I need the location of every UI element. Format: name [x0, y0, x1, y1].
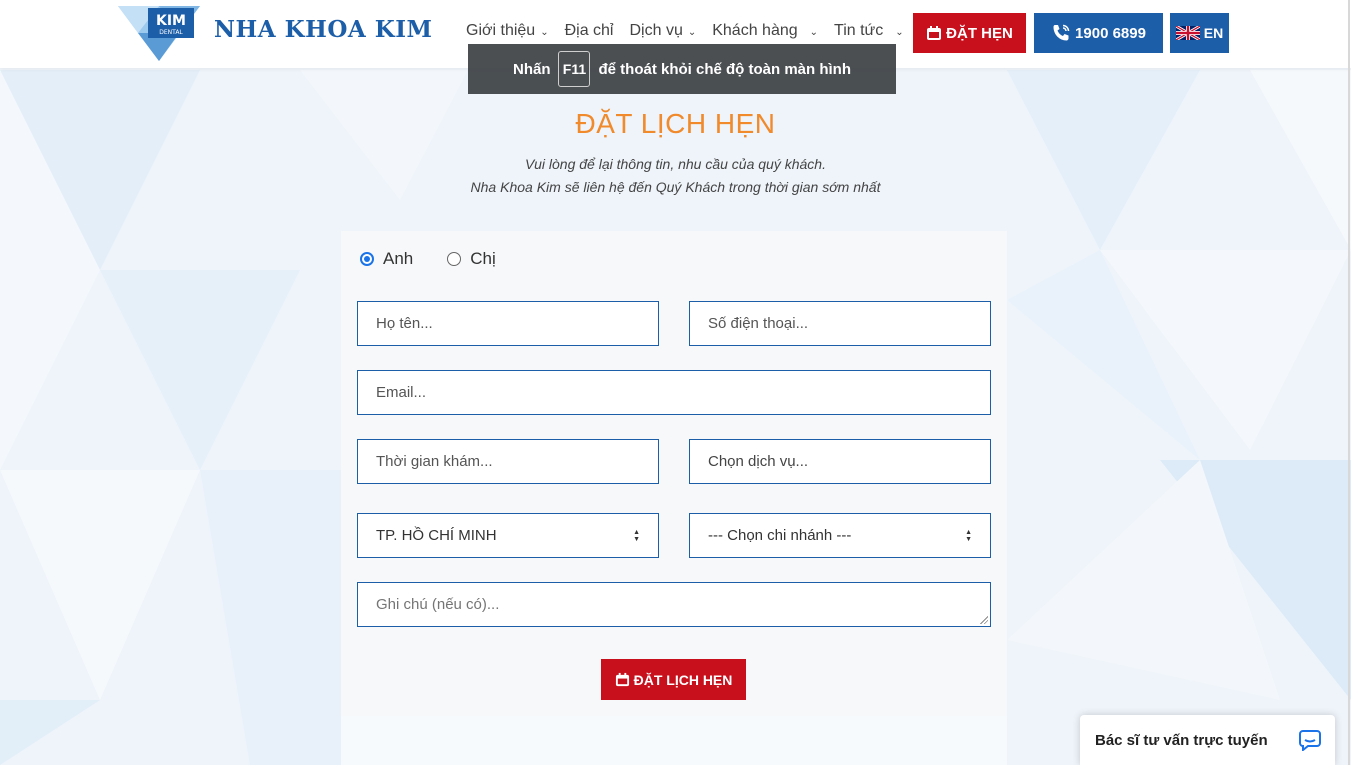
- hotline-button[interactable]: 1900 6899: [1034, 13, 1163, 53]
- brand-name[interactable]: NHA KHOA KIM: [214, 16, 432, 43]
- chevron-down-icon: ⌄: [540, 26, 549, 38]
- resize-handle-icon[interactable]: [980, 616, 988, 624]
- key-badge: F11: [558, 51, 591, 87]
- submit-appointment-button[interactable]: ĐẶT LỊCH HẸN: [601, 659, 746, 700]
- page-title: ĐẶT LỊCH HẸN: [575, 108, 776, 139]
- branch-select-value: --- Chọn chi nhánh ---: [708, 527, 852, 544]
- online-consult-chat-widget[interactable]: Bác sĩ tư vấn trực tuyến: [1080, 715, 1335, 765]
- name-input[interactable]: [357, 301, 659, 346]
- salutation-radio-group: Anh Chị: [360, 249, 530, 269]
- logo-subtext: DENTAL: [159, 29, 183, 36]
- page-subtitle-line-2: Nha Khoa Kim sẽ liên hệ đến Quý Khách tr…: [470, 179, 881, 195]
- radio-anh[interactable]: [360, 252, 374, 266]
- chevron-down-icon: ⌄: [687, 26, 697, 38]
- nav-label: Khách hàng: [712, 22, 798, 39]
- note-textarea[interactable]: [358, 583, 990, 626]
- phone-input[interactable]: [689, 301, 991, 346]
- service-select-label: Chọn dịch vụ...: [708, 453, 809, 470]
- chat-label: Bác sĩ tư vấn trực tuyến: [1095, 731, 1268, 749]
- chevron-down-icon: ⌄: [895, 26, 904, 38]
- nav-item-dia-chi[interactable]: Địa chỉ: [565, 22, 614, 40]
- language-switch-button[interactable]: EN: [1170, 13, 1229, 53]
- notice-suffix: để thoát khỏi chế độ toàn màn hình: [598, 60, 851, 78]
- chevron-down-icon: ⌄: [809, 26, 819, 38]
- scrollbar[interactable]: [1348, 0, 1350, 765]
- nav-label: Dịch vụ: [629, 22, 683, 39]
- uk-flag-icon: [1175, 26, 1200, 40]
- calendar-icon: [615, 672, 629, 687]
- nav-item-khach-hang[interactable]: Khách hàng ⌄: [712, 22, 818, 40]
- nav-label: Tin tức: [834, 22, 884, 39]
- page-subtitle-line-1: Vui lòng để lại thông tin, nhu cầu của q…: [525, 156, 826, 172]
- logo-text: KIM: [156, 13, 186, 29]
- nav-label: Giới thiệu: [466, 22, 536, 39]
- calendar-icon: [927, 26, 942, 40]
- note-textarea-wrapper: [357, 582, 991, 627]
- language-label: EN: [1203, 25, 1224, 41]
- nav-item-tin-tuc[interactable]: Tin tức ⌄: [834, 22, 904, 40]
- branch-select[interactable]: --- Chọn chi nhánh --- ▲ ▼: [689, 513, 991, 558]
- nav-item-gioi-thieu[interactable]: Giới thiệu ⌄: [466, 22, 549, 40]
- select-arrows-icon: ▲ ▼: [633, 528, 640, 543]
- city-select-value: TP. HỒ CHÍ MINH: [376, 527, 497, 544]
- chat-bubble-icon: [1299, 730, 1321, 751]
- radio-chi[interactable]: [447, 252, 462, 266]
- submit-label: ĐẶT LỊCH HẸN: [633, 671, 733, 688]
- nav-item-dich-vu[interactable]: Dịch vụ ⌄: [629, 22, 696, 40]
- email-input[interactable]: [357, 370, 991, 415]
- notice-prefix: Nhấn: [512, 60, 551, 78]
- radio-label-anh[interactable]: Anh: [383, 249, 413, 269]
- hotline-label: 1900 6899: [1075, 24, 1146, 42]
- exam-time-input[interactable]: [357, 439, 659, 484]
- main-nav: Giới thiệu ⌄ Địa chỉ Dịch vụ ⌄ Khách hàn…: [466, 22, 920, 40]
- select-arrows-icon: ▲ ▼: [965, 528, 972, 543]
- city-select[interactable]: TP. HỒ CHÍ MINH ▲ ▼: [357, 513, 659, 558]
- book-button-label: ĐẶT HẸN: [946, 24, 1013, 42]
- nav-label: Địa chỉ: [564, 22, 614, 39]
- fullscreen-notice: Nhấn F11 để thoát khỏi chế độ toàn màn h…: [468, 44, 896, 94]
- service-select[interactable]: Chọn dịch vụ...: [689, 439, 991, 484]
- phone-icon: [1053, 24, 1070, 41]
- book-appointment-button[interactable]: ĐẶT HẸN: [913, 13, 1026, 53]
- radio-label-chi[interactable]: Chị: [470, 249, 496, 269]
- logo-icon[interactable]: KIM DENTAL: [118, 2, 200, 62]
